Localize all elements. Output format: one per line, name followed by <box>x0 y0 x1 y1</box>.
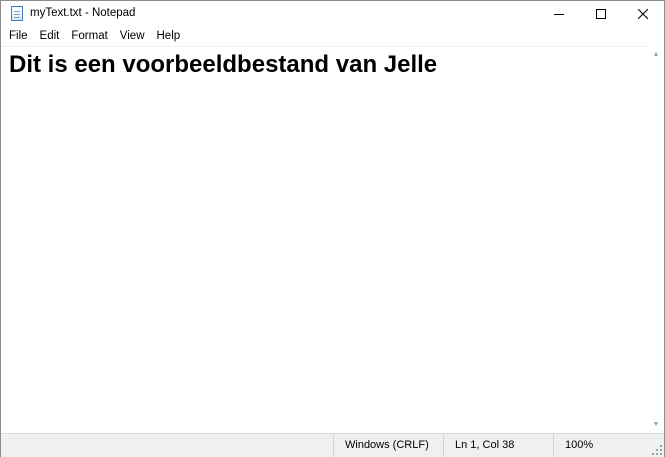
maximize-icon <box>596 9 606 19</box>
menu-view[interactable]: View <box>114 27 151 46</box>
window-title: myText.txt - Notepad <box>30 7 136 19</box>
editor-content[interactable]: Dit is een voorbeeldbestand van Jelle <box>9 51 437 79</box>
menu-format[interactable]: Format <box>65 27 113 46</box>
notepad-window: myText.txt - Notepad File Edit Format Vi… <box>0 0 665 457</box>
cursor-position-status: Ln 1, Col 38 <box>443 434 553 457</box>
minimize-icon <box>554 14 564 15</box>
notepad-icon <box>11 6 23 21</box>
menu-help[interactable]: Help <box>151 27 187 46</box>
menu-edit[interactable]: Edit <box>34 27 66 46</box>
resize-grip-icon[interactable] <box>652 445 662 455</box>
close-icon <box>638 9 648 19</box>
vertical-scrollbar[interactable]: ▲ ▼ <box>648 46 664 432</box>
text-editor-area[interactable]: Dit is een voorbeeldbestand van Jelle <box>1 46 648 433</box>
line-ending-status: Windows (CRLF) <box>333 434 443 457</box>
scroll-up-arrow-icon[interactable]: ▲ <box>648 46 664 62</box>
scroll-down-arrow-icon[interactable]: ▼ <box>648 416 664 432</box>
minimize-button[interactable] <box>538 1 580 27</box>
zoom-status: 100% <box>553 434 648 457</box>
maximize-button[interactable] <box>580 1 622 27</box>
menu-bar: File Edit Format View Help <box>1 27 664 46</box>
status-bar: Windows (CRLF) Ln 1, Col 38 100% <box>1 433 664 457</box>
close-button[interactable] <box>622 1 664 27</box>
menu-file[interactable]: File <box>1 27 34 46</box>
title-bar[interactable]: myText.txt - Notepad <box>1 1 664 27</box>
